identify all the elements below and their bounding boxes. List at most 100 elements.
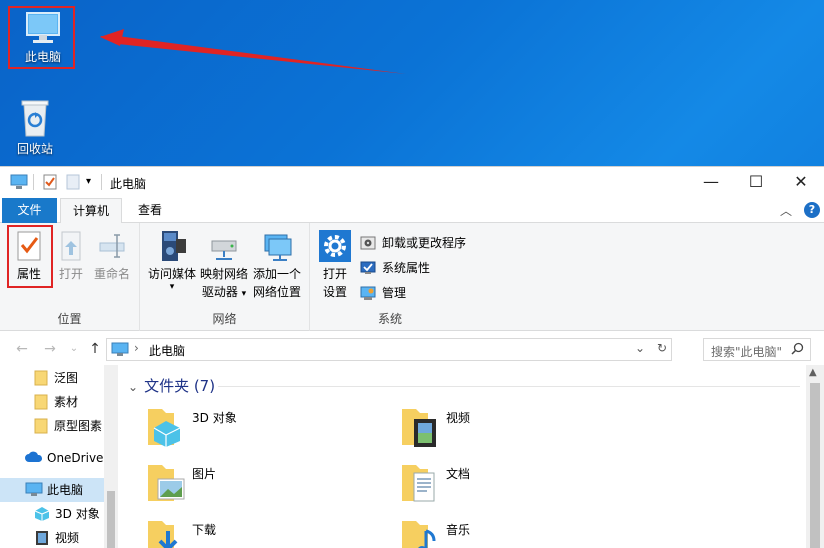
annotation-arrow-top-head (100, 29, 124, 46)
address-history-chevron-icon[interactable]: ⌄ (635, 341, 645, 355)
open-icon (58, 229, 84, 263)
access-media-button[interactable]: 访问媒体 ▾ (146, 229, 198, 292)
manage-icon (360, 285, 376, 301)
folder-icon (34, 370, 50, 386)
scrollbar-thumb[interactable] (107, 491, 115, 548)
nav-item-label: 泛图 (54, 371, 79, 385)
tab-file[interactable]: 文件 (2, 198, 57, 223)
folder-icon (34, 394, 50, 410)
rename-button[interactable]: 重命名 (92, 229, 132, 283)
manage-button[interactable]: 管理 (360, 283, 406, 303)
folder-icon (34, 418, 50, 434)
folder-name: 下载 (192, 523, 217, 537)
content-scrollbar[interactable]: ▲ (806, 365, 824, 548)
this-pc-icon (10, 174, 28, 190)
nav-item-label: 视频 (55, 531, 80, 545)
nav-item-3d-objects[interactable]: 3D 对象 (0, 502, 106, 526)
uninstall-programs-button[interactable]: 卸载或更改程序 (360, 233, 466, 253)
search-input[interactable]: 搜索"此电脑" (703, 338, 811, 361)
refresh-icon[interactable]: ↻ (657, 341, 667, 355)
toolbar-divider (101, 174, 102, 190)
minimize-button[interactable]: — (696, 171, 726, 193)
add-location-label-line1: 添加一个 (252, 267, 301, 281)
dropdown-arrow-icon: ▾ (169, 282, 175, 292)
tab-view[interactable]: 查看 (128, 198, 172, 223)
help-button[interactable]: ? (804, 202, 820, 218)
nav-item-this-pc[interactable]: 此电脑 (0, 478, 106, 502)
close-button[interactable]: ✕ (786, 171, 816, 193)
folder-3d-objects[interactable]: 3D 对象 (146, 405, 346, 455)
folders-section-header[interactable]: ⌄ 文件夹 (7) (128, 375, 215, 396)
nav-item-onedrive[interactable]: OneDrive (0, 446, 106, 470)
breadcrumb-separator-icon: › (134, 341, 139, 355)
open-settings-label-line2: 设置 (322, 285, 347, 299)
nav-item-label: 素材 (54, 395, 79, 409)
ribbon-group-network: 访问媒体 ▾ 映射网络 驱动器 ▾ 添加一个 网络位置 网络 (140, 223, 310, 331)
folder-documents[interactable]: 文档 (400, 461, 600, 511)
explorer-window: ▾ 此电脑 — ☐ ✕ 文件 计算机 查看 ︿ ? 属性 打开 重命名 位置 访… (0, 166, 824, 548)
add-location-label-line2: 网络位置 (252, 285, 301, 299)
folder-downloads[interactable]: 下载 (146, 517, 346, 548)
nav-item-label: OneDrive (47, 451, 104, 465)
ribbon-tabs: 文件 计算机 查看 ︿ ? (0, 197, 824, 224)
documents-folder-icon (400, 461, 444, 505)
back-arrow-icon[interactable]: ← (12, 339, 32, 359)
add-network-location-button[interactable]: 添加一个 网络位置 (250, 229, 304, 301)
network-drive-icon (208, 229, 240, 263)
properties-button[interactable]: 属性 (8, 229, 50, 283)
folder-pictures[interactable]: 图片 (146, 461, 346, 511)
scroll-up-arrow-icon[interactable]: ▲ (809, 367, 817, 378)
search-icon (791, 342, 804, 355)
open-settings-button[interactable]: 打开 设置 (316, 229, 354, 301)
annotation-arrow-top (100, 36, 406, 74)
scrollbar-thumb[interactable] (810, 383, 820, 548)
map-drive-label-line2: 驱动器 ▾ (198, 283, 250, 303)
address-bar[interactable]: › 此电脑 ⌄ ↻ (106, 338, 672, 361)
section-title: 文件夹 (7) (144, 377, 216, 395)
content-pane: ⌄ 文件夹 (7) 3D 对象 视频 图片 文档 下载 音乐 ▲ (118, 365, 824, 548)
up-arrow-icon[interactable]: ↑ (85, 339, 105, 359)
this-pc-icon (25, 482, 43, 498)
nav-item-label: 3D 对象 (55, 507, 100, 521)
title-bar[interactable]: ▾ 此电脑 — ☐ ✕ (0, 167, 824, 197)
maximize-button[interactable]: ☐ (741, 171, 771, 193)
folder-name: 文档 (446, 467, 471, 481)
open-settings-label-line1: 打开 (322, 267, 347, 281)
nav-item-fantu[interactable]: 泛图 (0, 366, 106, 390)
collapse-ribbon-button[interactable]: ︿ (780, 202, 792, 219)
system-properties-label: 系统属性 (382, 261, 431, 275)
pictures-folder-icon (146, 461, 190, 505)
nav-item-label: 原型图素 (54, 419, 103, 433)
section-divider (218, 386, 800, 387)
rename-icon (97, 229, 127, 263)
rename-label: 重命名 (93, 267, 130, 281)
open-label: 打开 (58, 267, 83, 281)
open-button[interactable]: 打开 (56, 229, 86, 283)
map-network-drive-button[interactable]: 映射网络 驱动器 ▾ (198, 229, 250, 303)
nav-item-sucai[interactable]: 素材 (0, 390, 106, 414)
uninstall-icon (360, 235, 376, 251)
collapse-chevron-icon: ⌄ (128, 380, 139, 394)
folder-music[interactable]: 音乐 (400, 517, 600, 548)
media-icon (156, 229, 188, 263)
properties-quick-icon[interactable] (42, 174, 58, 190)
navigation-pane-scrollbar[interactable] (104, 365, 118, 548)
breadcrumb[interactable]: 此电脑 (149, 342, 185, 359)
customize-toolbar-chevron-icon[interactable]: ▾ (86, 174, 96, 190)
properties-icon (14, 229, 44, 263)
nav-item-prototype[interactable]: 原型图素 (0, 414, 106, 438)
new-folder-quick-icon[interactable] (66, 174, 80, 190)
forward-arrow-icon[interactable]: → (40, 339, 60, 359)
system-properties-button[interactable]: 系统属性 (360, 258, 430, 278)
folder-videos[interactable]: 视频 (400, 405, 600, 455)
folder-name: 3D 对象 (192, 411, 237, 425)
navigation-bar: ← → ⌄ ↑ › 此电脑 ⌄ ↻ 搜索"此电脑" (0, 333, 824, 365)
ribbon-group-label: 位置 (57, 312, 82, 326)
settings-gear-icon (319, 229, 351, 263)
tab-computer[interactable]: 计算机 (60, 198, 122, 224)
this-pc-icon (111, 342, 129, 357)
ribbon-group-label: 网络 (212, 312, 237, 326)
ribbon-group-system: 打开 设置 卸载或更改程序 系统属性 管理 系统 (310, 223, 472, 331)
recent-locations-chevron-icon[interactable]: ⌄ (64, 339, 84, 359)
nav-item-videos[interactable]: 视频 (0, 526, 106, 548)
